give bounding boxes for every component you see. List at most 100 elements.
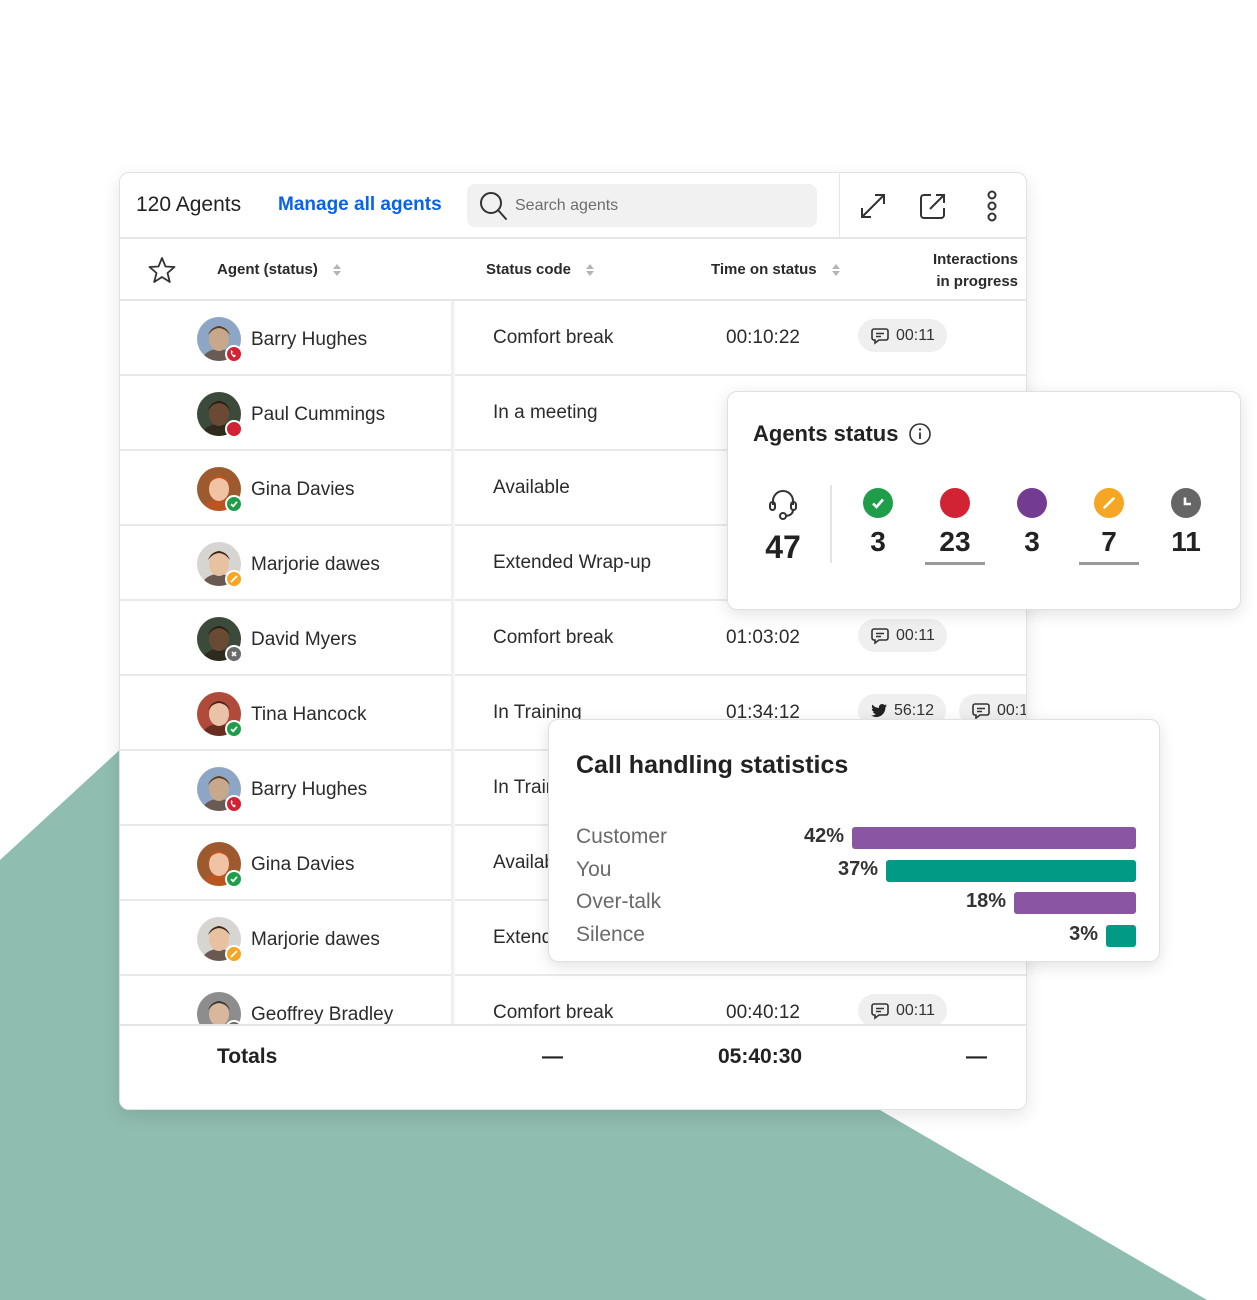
external-window-icon	[920, 194, 945, 219]
red-dot-icon	[940, 488, 970, 518]
status-count-value: 23	[925, 526, 985, 565]
search-input[interactable]	[515, 184, 805, 227]
call-stat-row: Silence 3%	[576, 920, 1136, 950]
avatar[interactable]	[197, 392, 243, 438]
agent-name[interactable]: Marjorie dawes	[251, 554, 380, 576]
agent-name[interactable]: Paul Cummings	[251, 404, 385, 426]
status-count-value: 11	[1171, 526, 1201, 557]
status-count-value: 3	[1024, 526, 1040, 557]
available-status-icon	[225, 870, 243, 888]
call-stat-bar	[886, 859, 1136, 882]
available-status-icon	[225, 495, 243, 513]
totals-time: 05:40:30	[718, 1045, 803, 1068]
check-circle-icon	[863, 488, 893, 518]
interaction-duration: 00:11	[896, 326, 935, 344]
expand-icon	[861, 194, 885, 218]
info-icon[interactable]	[908, 422, 932, 446]
time-on-status: 00:10:22	[726, 327, 800, 348]
interactions-label-line2: in progress	[936, 273, 1018, 290]
interaction-chip[interactable]: 00:11	[858, 994, 947, 1024]
chat-icon	[870, 627, 890, 645]
interaction-chip[interactable]: 00:11	[858, 619, 947, 652]
status-count-other[interactable]: 3	[1002, 488, 1062, 558]
status-total-value: 47	[765, 529, 801, 565]
chat-icon	[870, 327, 890, 345]
agents-count: 120 Agents	[136, 193, 242, 216]
avatar[interactable]	[197, 917, 243, 963]
sort-icon[interactable]	[585, 262, 595, 278]
available-status-icon	[225, 720, 243, 738]
agent-name[interactable]: Geoffrey Bradley	[251, 1004, 393, 1024]
star-icon	[148, 257, 176, 283]
status-code: Available	[493, 477, 570, 498]
time-on-status-column-label: Time on status	[711, 261, 817, 278]
twitter-icon	[870, 703, 888, 719]
agent-name[interactable]: David Myers	[251, 629, 357, 651]
popout-button[interactable]	[915, 188, 951, 224]
more-vertical-icon	[987, 190, 997, 222]
avatar[interactable]	[197, 317, 243, 363]
chat-icon	[870, 1002, 890, 1020]
time-on-status: 00:40:12	[726, 1002, 800, 1023]
agents-status-title: Agents status	[753, 421, 932, 447]
interaction-duration: 00:11	[896, 626, 935, 644]
agent-name[interactable]: Marjorie dawes	[251, 929, 380, 951]
offline-status-icon	[225, 645, 243, 663]
wrap-up-status-icon	[225, 570, 243, 588]
totals-interactions: —	[966, 1045, 987, 1068]
agent-name[interactable]: Barry Hughes	[251, 329, 367, 351]
sort-icon[interactable]	[831, 262, 841, 278]
avatar[interactable]	[197, 467, 243, 513]
headset-icon	[769, 490, 797, 520]
agent-column-header[interactable]: Agent (status)	[217, 261, 342, 278]
agent-name[interactable]: Tina Hancock	[251, 704, 366, 726]
call-stat-label: You	[576, 857, 612, 881]
on-call-status-icon	[225, 795, 243, 813]
agent-name[interactable]: Gina Davies	[251, 854, 355, 876]
table-row[interactable]: David Myers Comfort break 01:03:02 00:11	[120, 601, 1026, 676]
expand-button[interactable]	[855, 188, 891, 224]
pencil-circle-icon	[1094, 488, 1124, 518]
agent-name[interactable]: Gina Davies	[251, 479, 355, 501]
avatar[interactable]	[197, 692, 243, 738]
search-box[interactable]	[467, 184, 817, 227]
avatar[interactable]	[197, 842, 243, 888]
table-row[interactable]: Barry Hughes Comfort break 00:10:22 00:1…	[120, 301, 1026, 376]
more-options-button[interactable]	[974, 188, 1010, 224]
avatar[interactable]	[197, 617, 243, 663]
status-code-column-header[interactable]: Status code	[486, 261, 595, 278]
favorite-column-header[interactable]	[148, 256, 176, 284]
avatar[interactable]	[197, 992, 243, 1024]
call-stat-percent: 42%	[803, 825, 844, 847]
call-stat-percent: 3%	[1069, 922, 1098, 945]
manage-all-agents-link[interactable]: Manage all agents	[278, 194, 442, 216]
totals-status-code: —	[542, 1045, 563, 1068]
status-code: Comfort break	[493, 627, 614, 648]
avatar[interactable]	[197, 542, 243, 588]
call-stat-percent: 37%	[837, 857, 878, 880]
status-count-idle[interactable]: 11	[1156, 488, 1216, 558]
table-row[interactable]: Geoffrey Bradley Comfort break 00:40:12 …	[120, 976, 1026, 1024]
status-count-available[interactable]: 3	[848, 488, 908, 558]
on-call-status-icon	[225, 345, 243, 363]
status-total[interactable]: 47	[758, 488, 808, 566]
call-stat-label: Customer	[576, 825, 668, 848]
sort-icon[interactable]	[332, 262, 342, 278]
table-header: Agent (status) Status code Time on statu…	[120, 239, 1026, 301]
totals-label: Totals	[217, 1045, 278, 1068]
call-stat-bar	[852, 827, 1136, 849]
status-count-value: 3	[870, 526, 886, 557]
agent-name[interactable]: Barry Hughes	[251, 779, 367, 801]
status-count-value: 7	[1079, 526, 1139, 565]
status-count-wrap-up[interactable]: 7	[1079, 488, 1139, 565]
interaction-chip[interactable]: 00:11	[858, 319, 947, 352]
call-stat-bar	[1106, 924, 1136, 947]
avatar[interactable]	[197, 767, 243, 813]
agents-status-title-text: Agents status	[753, 421, 899, 446]
time-on-status-column-header[interactable]: Time on status	[711, 261, 841, 278]
status-count-busy[interactable]: 23	[925, 488, 985, 565]
interactions-column-header[interactable]: Interactions in progress	[933, 249, 1018, 293]
call-handling-title: Call handling statistics	[576, 751, 849, 779]
interaction-duration: 00:11	[997, 701, 1026, 719]
status-code: In a meeting	[493, 402, 598, 423]
